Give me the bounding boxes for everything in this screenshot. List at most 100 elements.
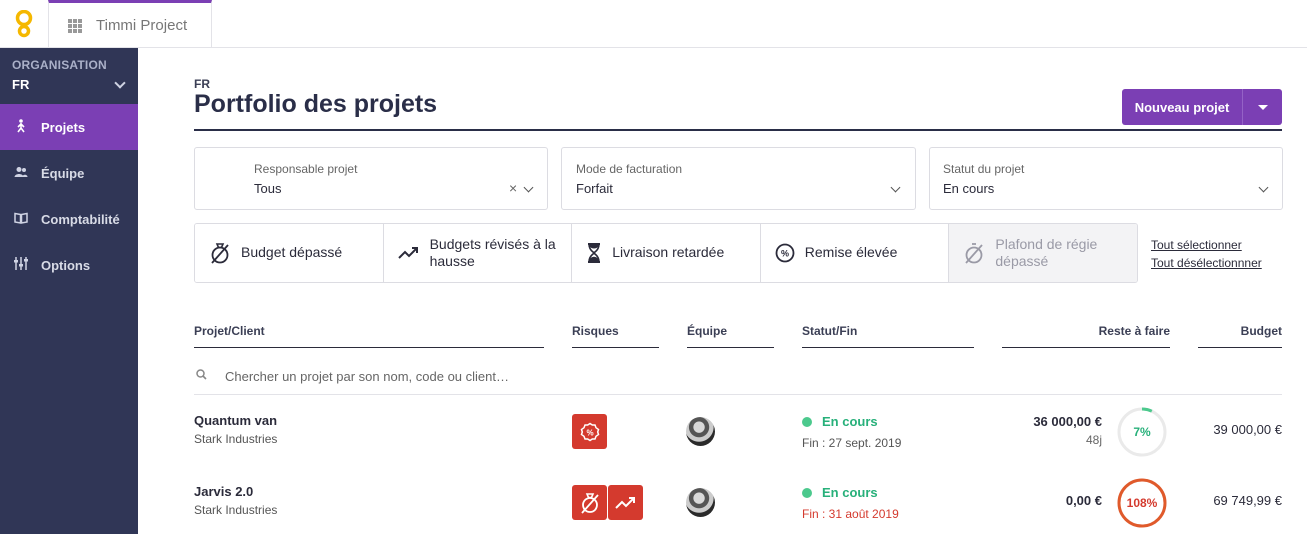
app-logo[interactable] <box>0 0 48 48</box>
budget-exceeded-icon <box>211 243 229 264</box>
sidebar-item-equipe[interactable]: Équipe <box>0 150 138 196</box>
person-walk-icon <box>14 118 28 136</box>
status-filter-label: Statut du projet <box>943 162 1025 176</box>
hourglass-icon <box>588 243 601 263</box>
svg-text:%: % <box>586 428 593 437</box>
svg-text:%: % <box>781 249 789 259</box>
page-title: Portfolio des projets <box>194 90 438 118</box>
risk-filter-bar: Budget dépassé Budgets révisés à la haus… <box>194 223 1138 283</box>
column-header-remaining[interactable]: Reste à faire <box>1002 324 1170 348</box>
project-name[interactable]: Quantum van <box>194 413 277 428</box>
risk-toggle-remise-elevee[interactable]: % Remise élevée <box>760 224 950 282</box>
sidebar-item-comptabilite[interactable]: Comptabilité <box>0 196 138 242</box>
owner-filter-label: Responsable projet <box>254 162 358 176</box>
billing-filter-label: Mode de facturation <box>576 162 683 176</box>
progress-label: 7% <box>1133 425 1151 439</box>
book-icon <box>14 212 28 227</box>
sidebar-item-options[interactable]: Options <box>0 242 138 288</box>
risk-badge-remise-elevee: % <box>572 414 607 449</box>
progress-gauge: 108% <box>1116 477 1168 529</box>
sidebar-item-label: Comptabilité <box>41 211 120 227</box>
risk-toggle-budget-depasse[interactable]: Budget dépassé <box>195 224 384 282</box>
caret-down-icon <box>1257 104 1268 110</box>
status-label: En cours <box>822 414 878 429</box>
new-project-button[interactable]: Nouveau projet <box>1122 89 1243 125</box>
progress-label: 108% <box>1126 496 1158 510</box>
risk-toggle-plafond-regie: Plafond de régie dépassé <box>949 224 1137 282</box>
end-date: Fin : 27 sept. 2019 <box>802 436 902 450</box>
remaining-amount: 0,00 € <box>1065 493 1102 508</box>
sidebar: ORGANISATION FR Projets Équipe Comptabil… <box>0 48 138 534</box>
deselect-all-link[interactable]: Tout désélectionnner <box>1151 254 1262 272</box>
status-filter-value: En cours <box>943 181 995 196</box>
column-header-risks[interactable]: Risques <box>572 324 659 348</box>
remaining-days: 48j <box>1085 433 1102 447</box>
app-tab-timmi-project[interactable]: Timmi Project <box>48 0 212 48</box>
remaining-amount: 36 000,00 € <box>1033 414 1102 429</box>
end-date: Fin : 31 août 2019 <box>802 507 899 521</box>
billing-filter-value: Forfait <box>576 181 613 196</box>
risk-toggle-label: Budgets révisés à la hausse <box>429 235 556 270</box>
owner-filter-value: Tous <box>254 181 282 196</box>
column-header-budget[interactable]: Budget <box>1198 324 1282 348</box>
apps-grid-icon <box>68 18 82 33</box>
chevron-down-icon <box>523 182 534 193</box>
project-name[interactable]: Jarvis 2.0 <box>194 484 253 499</box>
select-all-link[interactable]: Tout sélectionner <box>1151 236 1262 254</box>
risk-toggle-label: Budget dépassé <box>241 244 343 261</box>
ceiling-exceeded-icon <box>965 243 984 264</box>
chevron-down-icon <box>114 76 126 89</box>
owner-filter[interactable]: Responsable projet Tous × <box>194 147 548 210</box>
risk-toggle-label: Livraison retardée <box>612 244 725 261</box>
sidebar-item-label: Projets <box>41 119 86 135</box>
risk-toggle-label: Plafond de régie dépassé <box>995 235 1098 270</box>
organisation-value: FR <box>12 77 30 92</box>
sliders-icon <box>14 257 28 273</box>
column-header-project[interactable]: Projet/Client <box>194 324 544 348</box>
trend-up-icon <box>614 496 635 509</box>
title-divider <box>194 129 1282 131</box>
risk-toggle-label: Remise élevée <box>804 244 898 261</box>
sidebar-item-projets[interactable]: Projets <box>0 104 138 150</box>
main-content: FR Portfolio des projets Nouveau projet … <box>138 48 1307 534</box>
table-row[interactable]: Quantum van Stark Industries % En cours … <box>194 399 1282 463</box>
project-search <box>194 358 1282 395</box>
column-header-team[interactable]: Équipe <box>687 324 774 348</box>
status-filter[interactable]: Statut du projet En cours <box>929 147 1283 210</box>
logo-icon <box>15 10 33 38</box>
chevron-down-icon <box>1258 182 1269 193</box>
new-project-dropdown-button[interactable] <box>1243 89 1282 125</box>
search-icon <box>196 369 214 383</box>
top-bar: Timmi Project <box>0 0 1307 48</box>
new-project-button-group: Nouveau projet <box>1122 89 1282 125</box>
breadcrumb[interactable]: FR <box>194 77 210 91</box>
sidebar-item-label: Options <box>41 257 91 273</box>
team-icon <box>14 166 28 181</box>
app-tab-label: Timmi Project <box>96 17 188 34</box>
budget-amount: 39 000,00 € <box>1213 422 1282 437</box>
risk-toggle-livraison-retardee[interactable]: Livraison retardée <box>572 224 761 282</box>
status-dot-icon <box>802 416 812 427</box>
status-badge: En cours <box>802 414 878 429</box>
status-label: En cours <box>822 485 878 500</box>
progress-gauge: 7% <box>1116 406 1168 458</box>
discount-icon: % <box>580 422 599 441</box>
budget-exceeded-icon <box>580 492 599 514</box>
sidebar-item-label: Équipe <box>41 165 85 181</box>
avatar[interactable] <box>686 417 715 446</box>
billing-filter[interactable]: Mode de facturation Forfait <box>561 147 916 210</box>
discount-icon: % <box>775 243 795 263</box>
status-badge: En cours <box>802 485 878 500</box>
trend-up-icon <box>397 247 418 259</box>
column-header-status[interactable]: Statut/Fin <box>802 324 974 348</box>
risk-badge-budgets-revises <box>608 485 643 520</box>
organisation-selector[interactable]: ORGANISATION FR <box>0 48 138 104</box>
project-client: Stark Industries <box>194 432 278 446</box>
avatar[interactable] <box>686 488 715 517</box>
clear-icon[interactable]: × <box>509 180 517 196</box>
search-input[interactable] <box>225 368 825 384</box>
table-row[interactable]: Jarvis 2.0 Stark Industries En cours Fin… <box>194 470 1282 534</box>
risk-toggle-budgets-revises[interactable]: Budgets révisés à la hausse <box>383 224 573 282</box>
selection-links: Tout sélectionner Tout désélectionnner <box>1151 236 1262 272</box>
organisation-label: ORGANISATION <box>12 58 107 72</box>
